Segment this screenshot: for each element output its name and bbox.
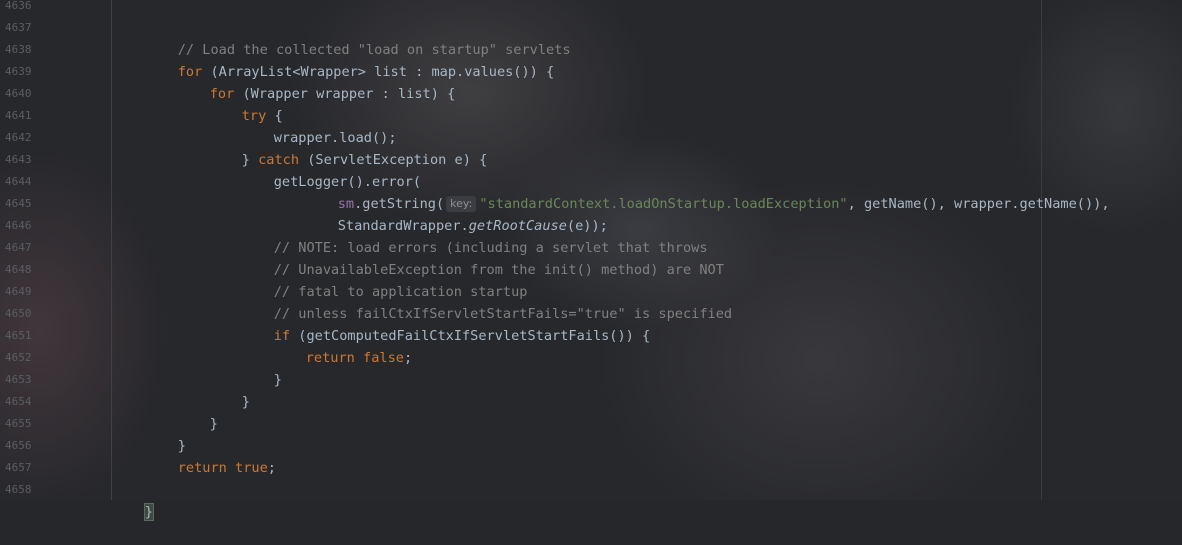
code-line[interactable]: return false; xyxy=(273,325,412,366)
code-text: } xyxy=(209,416,218,432)
code-text: , getName(), wrapper.getName()), xyxy=(847,196,1110,212)
code-line[interactable]: } xyxy=(145,413,186,454)
keyword: return xyxy=(305,350,355,366)
code-line[interactable]: // Load the collected "load on startup" … xyxy=(145,17,571,58)
code-text: ; xyxy=(403,350,413,366)
code-line[interactable]: try { xyxy=(209,83,283,124)
keyword: false xyxy=(363,350,404,366)
code-line[interactable]: } xyxy=(112,479,154,521)
code-line[interactable]: // fatal to application startup xyxy=(241,259,528,300)
code-line[interactable]: StandardWrapper.getRootCause(e)); xyxy=(305,193,608,234)
code-line[interactable]: } xyxy=(209,369,250,410)
code-line[interactable]: } xyxy=(241,347,282,388)
code-line[interactable]: // UnavailableException from the init() … xyxy=(241,237,724,278)
code-text: } xyxy=(273,372,282,388)
matched-brace: } xyxy=(143,503,154,521)
code-line[interactable]: } xyxy=(177,391,218,432)
code-editor[interactable]: // Load the collected "load on startup" … xyxy=(0,0,1182,521)
code-line[interactable]: for (ArrayList<Wrapper> list : map.value… xyxy=(145,39,554,80)
code-line[interactable]: return true; xyxy=(145,435,276,476)
code-line[interactable]: if (getComputedFailCtxIfServletStartFail… xyxy=(241,303,650,344)
code-line[interactable]: sm.getString(key: "standardContext.loadOn… xyxy=(305,171,1110,212)
code-line[interactable]: } catch (ServletException e) { xyxy=(209,127,488,168)
keyword: return xyxy=(177,460,227,476)
code-line[interactable]: // unless failCtxIfServletStartFails="tr… xyxy=(241,281,732,322)
code-line[interactable]: // NOTE: load errors (including a servle… xyxy=(241,215,708,256)
code-line[interactable]: wrapper.load(); xyxy=(241,105,397,146)
code-text: } xyxy=(241,394,250,410)
code-line[interactable]: for (Wrapper wrapper : list) { xyxy=(177,61,456,102)
code-line[interactable]: getLogger().error( xyxy=(241,149,421,190)
code-text: ; xyxy=(267,460,276,476)
keyword: true xyxy=(235,460,268,476)
